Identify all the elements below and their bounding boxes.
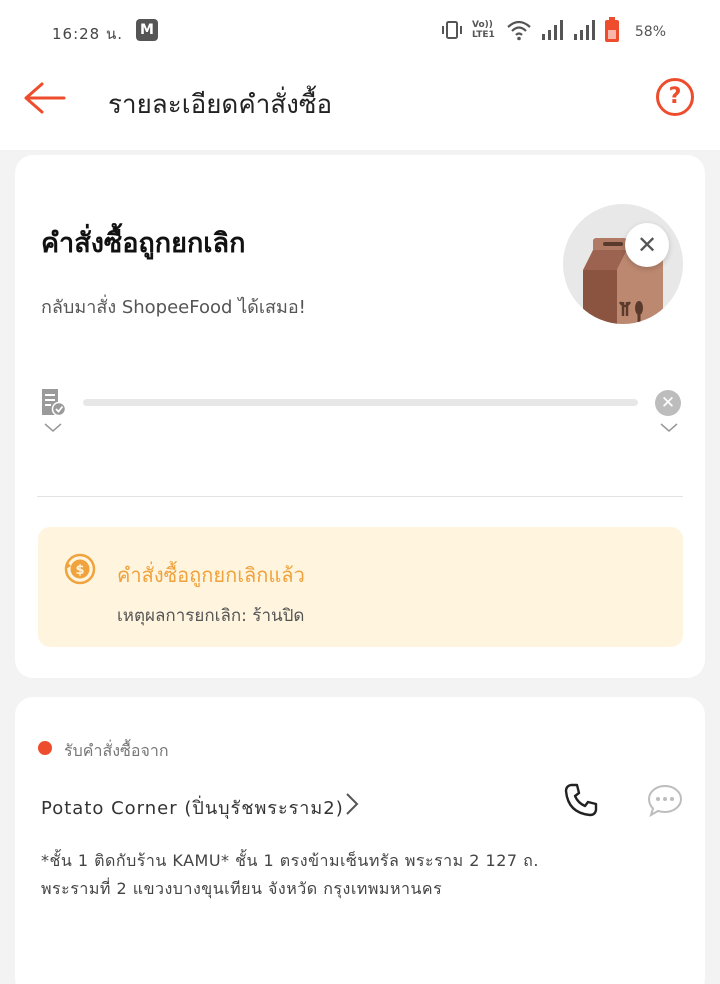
pickup-dot-icon: [38, 741, 52, 755]
svg-text:$: $: [75, 563, 84, 578]
order-progress-bar: [83, 399, 638, 406]
cancel-notice-title: คำสั่งซื้อถูกยกเลิกแล้ว: [117, 563, 305, 587]
food-bag-illustration: [563, 204, 683, 324]
phone-icon: [564, 783, 598, 817]
cancel-reason: เหตุผลการยกเลิก: ร้านปิด: [117, 606, 305, 626]
chat-bubble-icon: [647, 784, 683, 818]
refund-coin-icon: $: [64, 553, 96, 585]
help-button[interactable]: ?: [656, 78, 694, 116]
status-icons: Vo)) LTE1: [440, 17, 620, 43]
signal-1-icon: [542, 20, 563, 40]
restaurant-name-link[interactable]: Potato Corner (ปิ่นบุรัชพระราม2): [41, 793, 344, 822]
pickup-card: รับคำสั่งซื้อจาก Potato Corner (ปิ่นบุรั…: [15, 697, 705, 984]
cancelled-step-icon: ✕: [655, 390, 681, 416]
battery-icon: [605, 17, 619, 42]
back-button[interactable]: [22, 78, 66, 118]
order-status-card: คำสั่งซื้อถูกยกเลิก กลับมาสั่ง ShopeeFoo…: [15, 155, 705, 678]
vibrate-icon: [442, 21, 462, 39]
notification-m-icon: M: [136, 19, 158, 41]
app-header: รายละเอียดคำสั่งซื้อ ?: [0, 62, 720, 150]
signal-2-icon: [574, 20, 595, 40]
chevron-down-icon: [44, 423, 62, 432]
order-status-subtitle: กลับมาสั่ง ShopeeFood ได้เสมอ!: [41, 297, 306, 318]
chevron-down-icon: [660, 423, 678, 432]
order-receipt-icon: [40, 387, 67, 417]
wifi-icon: [507, 20, 531, 41]
chevron-right-icon[interactable]: [345, 792, 359, 816]
status-bar: 16:28 น. M Vo)) LTE1 58%: [0, 0, 720, 62]
pickup-label: รับคำสั่งซื้อจาก: [64, 741, 169, 760]
restaurant-address: *ชั้น 1 ติดกับร้าน KAMU* ชั้น 1 ตรงข้ามเ…: [41, 851, 539, 898]
page-title: รายละเอียดคำสั่งซื้อ: [108, 90, 333, 120]
volte-icon: Vo)) LTE1: [472, 20, 495, 40]
order-status-title: คำสั่งซื้อถูกยกเลิก: [41, 228, 246, 259]
battery-percent: 58%: [634, 24, 666, 40]
divider: [37, 496, 683, 497]
back-arrow-icon: [24, 82, 66, 114]
chat-button[interactable]: [647, 784, 683, 818]
cancelled-close-icon: ✕: [625, 223, 669, 267]
call-restaurant-button[interactable]: [563, 782, 599, 818]
status-time: 16:28 น.: [52, 25, 124, 43]
cancel-notice: $ คำสั่งซื้อถูกยกเลิกแล้ว เหตุผลการยกเลิ…: [38, 527, 683, 647]
